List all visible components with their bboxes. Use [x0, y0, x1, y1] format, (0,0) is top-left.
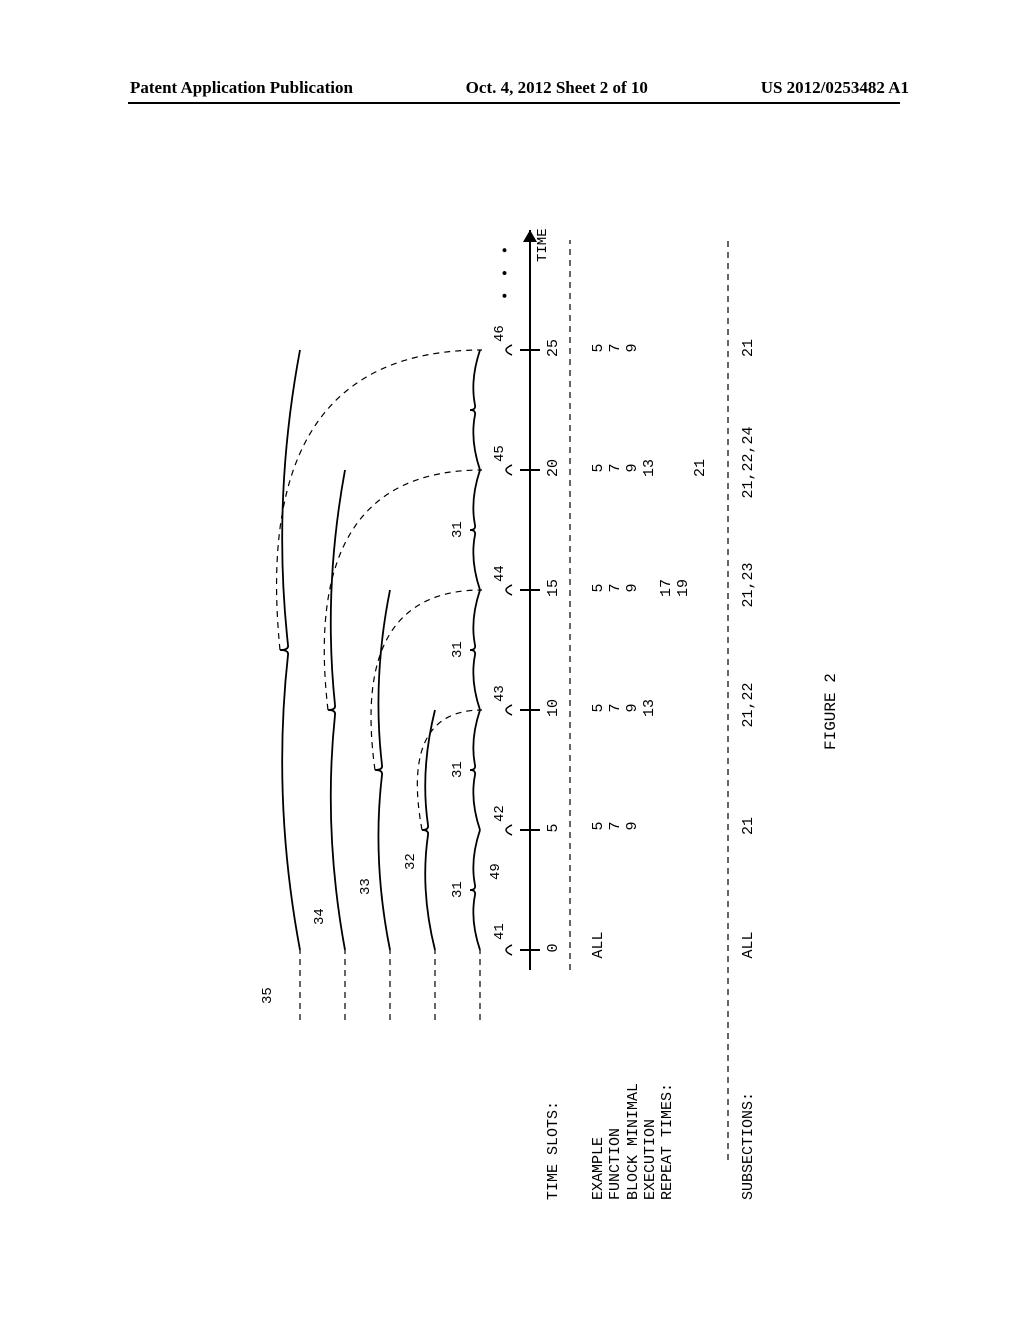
time-slot-3: 15 — [545, 574, 562, 602]
time-slot-0: 0 — [545, 938, 562, 958]
ref-44: 44 — [492, 565, 508, 582]
header-right: US 2012/0253482 A1 — [761, 78, 909, 98]
fb-t25-1: 7 — [607, 334, 624, 362]
time-slot-1: 5 — [545, 818, 562, 838]
fb-t15-4: 17 — [658, 574, 675, 602]
diagram: 35 34 33 32 31 31 31 31 41 42 43 44 45 4… — [200, 200, 820, 1180]
ref-41: 41 — [492, 923, 508, 940]
function-block-label: EXAMPLE FUNCTION BLOCK MINIMAL EXECUTION… — [590, 1000, 676, 1200]
ref-45: 45 — [492, 445, 508, 462]
time-slots-label: TIME SLOTS: — [545, 1000, 562, 1200]
time-slot-5: 25 — [545, 334, 562, 362]
brace-diagram — [200, 200, 820, 1180]
ref-31a: 31 — [450, 881, 466, 898]
time-slot-2: 10 — [545, 694, 562, 722]
sub-t0: ALL — [740, 915, 757, 975]
fb-t0-0: ALL — [590, 920, 607, 970]
fb-t10-3: 13 — [641, 694, 658, 722]
continuation-dots: • • • — [498, 243, 514, 300]
fb-t20-0: 5 — [590, 454, 607, 482]
ref-46: 46 — [492, 325, 508, 342]
fb-t5-0: 5 — [590, 812, 607, 840]
ref-35: 35 — [260, 987, 276, 1004]
fb-t10-2: 9 — [624, 694, 641, 722]
fb-t15-5: 19 — [675, 574, 692, 602]
sub-t25: 21 — [740, 326, 757, 370]
ref-43: 43 — [492, 685, 508, 702]
sub-t20: 21,22,24 — [740, 415, 757, 510]
fb-t10-0: 5 — [590, 694, 607, 722]
fb-t20-2: 9 — [624, 454, 641, 482]
fb-t20-6: 21 — [692, 454, 709, 482]
fb-t15-0: 5 — [590, 574, 607, 602]
fb-t15-2: 9 — [624, 574, 641, 602]
ref-42: 42 — [492, 805, 508, 822]
time-slot-4: 20 — [545, 454, 562, 482]
fb-t5-2: 9 — [624, 812, 641, 840]
ref-49: 49 — [488, 863, 504, 880]
fb-t15-1: 7 — [607, 574, 624, 602]
ref-31c: 31 — [450, 641, 466, 658]
page-header: Patent Application Publication Oct. 4, 2… — [0, 78, 1024, 98]
fb-t25-2: 9 — [624, 334, 641, 362]
ref-32: 32 — [403, 853, 419, 870]
fb-t5-1: 7 — [607, 812, 624, 840]
fb-t20-1: 7 — [607, 454, 624, 482]
header-rule — [128, 102, 900, 104]
ref-31d: 31 — [450, 521, 466, 538]
fb-t20-3: 13 — [641, 454, 658, 482]
figure-caption: FIGURE 2 — [822, 673, 840, 750]
header-center: Oct. 4, 2012 Sheet 2 of 10 — [466, 78, 648, 98]
fb-t10-1: 7 — [607, 694, 624, 722]
subsections-label: SUBSECTIONS: — [740, 1000, 757, 1200]
sub-t10: 21,22 — [740, 670, 757, 740]
sub-t5: 21 — [740, 804, 757, 848]
header-left: Patent Application Publication — [130, 78, 353, 98]
fb-t25-0: 5 — [590, 334, 607, 362]
ref-34: 34 — [312, 908, 328, 925]
time-axis-label: TIME — [535, 228, 551, 262]
ref-33: 33 — [358, 878, 374, 895]
figure-container: 35 34 33 32 31 31 31 31 41 42 43 44 45 4… — [160, 300, 860, 1080]
ref-31b: 31 — [450, 761, 466, 778]
sub-t15: 21,23 — [740, 550, 757, 620]
